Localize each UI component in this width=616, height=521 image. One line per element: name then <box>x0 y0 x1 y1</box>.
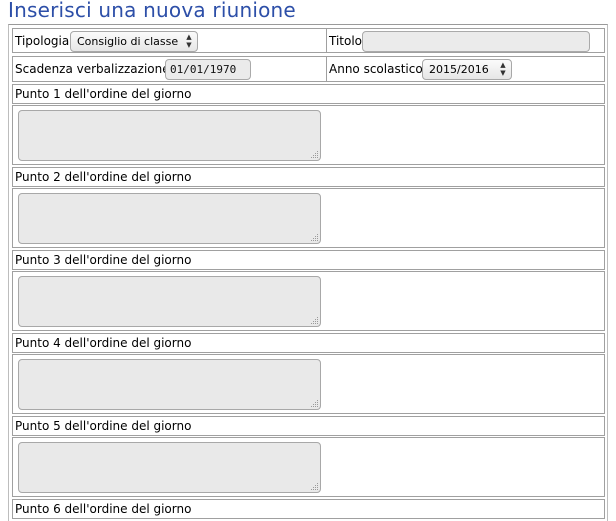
scadenza-label: Scadenza verbalizzazione <box>15 62 170 76</box>
anno-selected-value: 2015/2016 <box>429 63 489 76</box>
tipologia-selected-value: Consiglio di classe <box>77 35 179 48</box>
punto-5-textarea[interactable] <box>18 442 321 493</box>
punto-3-textarea[interactable] <box>18 276 321 327</box>
punto-5-label-row: Punto 5 dell'ordine del giorno <box>12 416 605 436</box>
punto-2-label-row: Punto 2 dell'ordine del giorno <box>12 167 605 187</box>
punto-1-label-row: Punto 1 dell'ordine del giorno <box>12 84 605 104</box>
punto-1-field-row <box>12 105 605 165</box>
punto-4-textarea[interactable] <box>18 359 321 410</box>
punto-3-label: Punto 3 dell'ordine del giorno <box>15 253 192 267</box>
scadenza-input[interactable]: 01/01/1970 <box>165 59 251 80</box>
up-down-arrows-icon: ▲ ▼ <box>500 61 506 77</box>
resize-grip-icon[interactable] <box>310 316 319 325</box>
punto-2-textarea[interactable] <box>18 193 321 244</box>
punto-3-label-row: Punto 3 dell'ordine del giorno <box>12 250 605 270</box>
tipologia-cell: Tipologia Consiglio di classe ▲ ▼ <box>12 28 327 53</box>
punto-5-field-row <box>12 437 605 497</box>
punto-6-label-row: Punto 6 dell'ordine del giorno <box>12 499 605 519</box>
titolo-input[interactable] <box>362 31 590 52</box>
punto-2-label: Punto 2 dell'ordine del giorno <box>15 170 192 184</box>
anno-cell: Anno scolastico 2015/2016 ▲ ▼ <box>326 56 605 82</box>
punto-4-field-row <box>12 354 605 414</box>
titolo-cell: Titolo <box>326 28 605 53</box>
anno-label: Anno scolastico <box>329 62 423 76</box>
punto-4-label: Punto 4 dell'ordine del giorno <box>15 336 192 350</box>
tipologia-label: Tipologia <box>15 34 70 48</box>
resize-grip-icon[interactable] <box>310 482 319 491</box>
punto-1-textarea[interactable] <box>18 110 321 161</box>
punto-6-label: Punto 6 dell'ordine del giorno <box>15 502 192 516</box>
up-down-arrows-icon: ▲ ▼ <box>186 33 192 49</box>
anno-select[interactable]: 2015/2016 ▲ ▼ <box>422 59 512 80</box>
titolo-label: Titolo <box>329 34 363 48</box>
punto-2-field-row <box>12 188 605 248</box>
tipologia-select[interactable]: Consiglio di classe ▲ ▼ <box>70 31 198 52</box>
resize-grip-icon[interactable] <box>310 399 319 408</box>
scadenza-cell: Scadenza verbalizzazione 01/01/1970 <box>12 56 327 82</box>
punto-1-label: Punto 1 dell'ordine del giorno <box>15 87 192 101</box>
punto-5-label: Punto 5 dell'ordine del giorno <box>15 419 192 433</box>
page-title: Inserisci una nuova riunione <box>8 0 296 22</box>
punto-4-label-row: Punto 4 dell'ordine del giorno <box>12 333 605 353</box>
resize-grip-icon[interactable] <box>310 150 319 159</box>
punto-3-field-row <box>12 271 605 331</box>
resize-grip-icon[interactable] <box>310 233 319 242</box>
meeting-form: Tipologia Consiglio di classe ▲ ▼ Titolo … <box>8 24 608 521</box>
